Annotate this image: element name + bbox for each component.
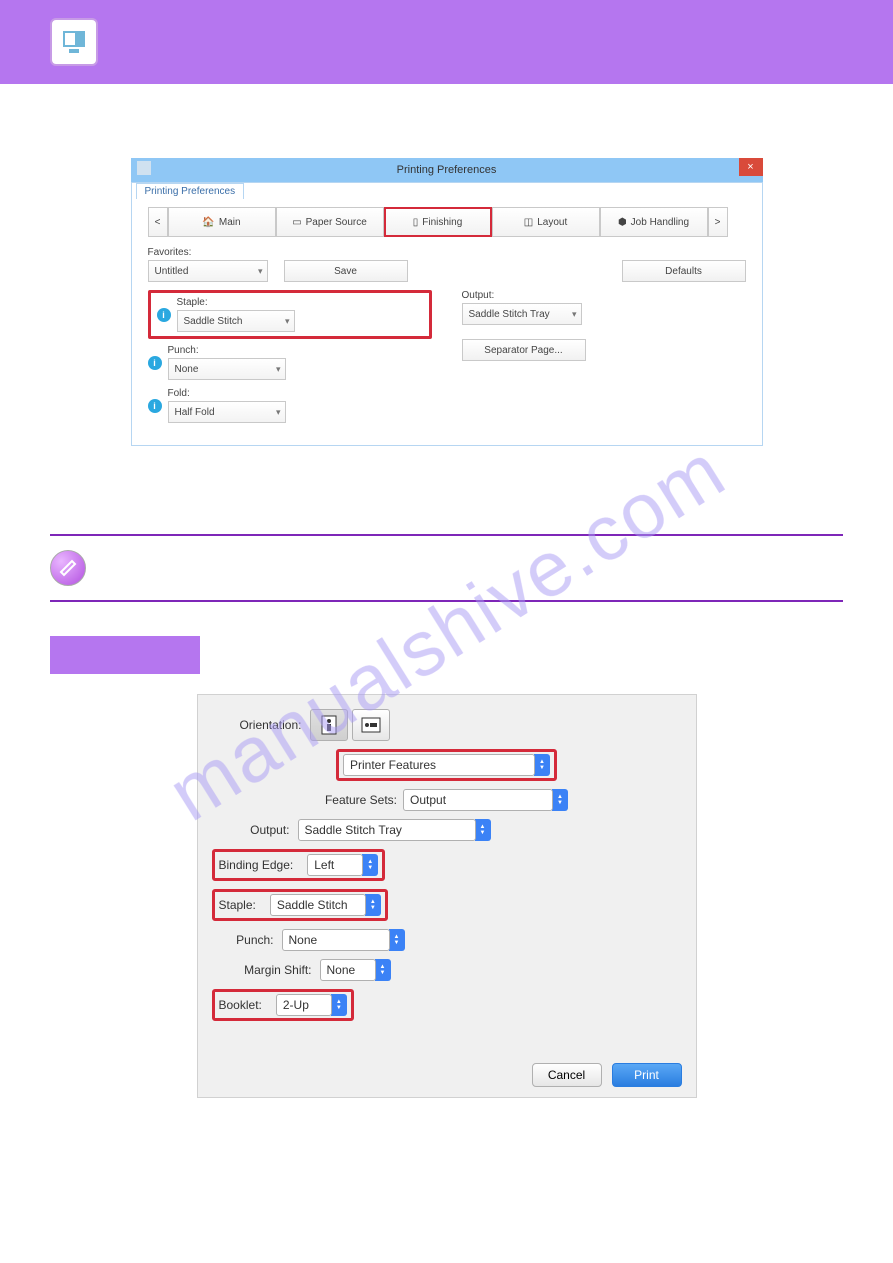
- divider: [50, 534, 843, 536]
- feature-sets-label: Feature Sets:: [325, 793, 397, 807]
- section-label-block: [50, 636, 200, 674]
- printer-features-select[interactable]: Printer Features: [343, 754, 535, 776]
- spinner-icon[interactable]: [389, 929, 405, 951]
- spinner-icon[interactable]: [475, 819, 491, 841]
- output-select[interactable]: Saddle Stitch Tray: [298, 819, 476, 841]
- binding-edge-label: Binding Edge:: [219, 858, 294, 872]
- spinner-icon[interactable]: [365, 894, 381, 916]
- print-button[interactable]: Print: [612, 1063, 682, 1087]
- spinner-icon[interactable]: [362, 854, 378, 876]
- printer-icon: [137, 161, 151, 175]
- inner-tab[interactable]: Printing Preferences: [136, 183, 245, 199]
- spinner-icon[interactable]: [552, 789, 568, 811]
- windows-dialog: Printing Preferences × Printing Preferen…: [131, 158, 763, 446]
- orientation-label: Orientation:: [212, 718, 302, 732]
- info-icon: i: [148, 399, 162, 413]
- home-icon: 🏠: [202, 217, 214, 228]
- divider: [50, 600, 843, 602]
- info-icon: i: [157, 308, 171, 322]
- spinner-icon[interactable]: [375, 959, 391, 981]
- nav-prev[interactable]: <: [148, 207, 168, 237]
- tray-icon: ▭: [292, 217, 301, 228]
- favorites-select[interactable]: Untitled: [148, 260, 268, 282]
- note-row: [50, 550, 843, 586]
- booklet-highlight: Booklet: 2-Up: [212, 989, 354, 1021]
- punch-label: Punch:: [168, 345, 432, 356]
- staple-label: Staple:: [219, 898, 256, 912]
- layout-icon: ◫: [524, 217, 533, 228]
- orientation-landscape[interactable]: [352, 709, 390, 741]
- separator-page-button[interactable]: Separator Page...: [462, 339, 586, 361]
- margin-shift-label: Margin Shift:: [212, 963, 312, 977]
- spinner-icon[interactable]: [331, 994, 347, 1016]
- output-label: Output:: [212, 823, 290, 837]
- note-icon: [50, 550, 86, 586]
- section-icon: [50, 18, 98, 66]
- tab-paper-source[interactable]: ▭Paper Source: [276, 207, 384, 237]
- close-button[interactable]: ×: [739, 158, 763, 176]
- cancel-button[interactable]: Cancel: [532, 1063, 602, 1087]
- mac-dialog: Orientation: Printer Features Feature Se…: [197, 694, 697, 1098]
- defaults-button[interactable]: Defaults: [622, 260, 746, 282]
- booklet-select[interactable]: 2-Up: [276, 994, 332, 1016]
- tab-layout[interactable]: ◫Layout: [492, 207, 600, 237]
- favorites-label: Favorites:: [148, 247, 268, 258]
- output-label: Output:: [462, 290, 746, 301]
- feature-sets-select[interactable]: Output: [403, 789, 553, 811]
- fold-label: Fold:: [168, 388, 432, 399]
- spinner-icon[interactable]: [534, 754, 550, 776]
- save-button[interactable]: Save: [284, 260, 408, 282]
- staple-label: Staple:: [177, 297, 423, 308]
- fold-select[interactable]: Half Fold: [168, 401, 286, 423]
- margin-shift-select[interactable]: None: [320, 959, 376, 981]
- nav-next[interactable]: >: [708, 207, 728, 237]
- binding-edge-highlight: Binding Edge: Left: [212, 849, 386, 881]
- topbar: [0, 0, 893, 84]
- staple-highlight: Staple: Saddle Stitch: [212, 889, 388, 921]
- punch-label: Punch:: [212, 933, 274, 947]
- tab-finishing[interactable]: ▯Finishing: [384, 207, 492, 237]
- punch-select[interactable]: None: [282, 929, 390, 951]
- windows-title: Printing Preferences: [397, 164, 497, 176]
- booklet-label: Booklet:: [219, 998, 262, 1012]
- punch-select[interactable]: None: [168, 358, 286, 380]
- job-icon: ⬢: [618, 217, 627, 228]
- output-select[interactable]: Saddle Stitch Tray: [462, 303, 582, 325]
- windows-titlebar: Printing Preferences ×: [131, 158, 763, 182]
- printer-features-highlight: Printer Features: [336, 749, 557, 781]
- tab-job-handling[interactable]: ⬢Job Handling: [600, 207, 708, 237]
- page-icon: ▯: [413, 217, 419, 228]
- staple-select[interactable]: Saddle Stitch: [177, 310, 295, 332]
- tab-nav: < 🏠Main ▭Paper Source ▯Finishing ◫Layout…: [148, 207, 746, 237]
- staple-select[interactable]: Saddle Stitch: [270, 894, 366, 916]
- staple-highlight: i Staple: Saddle Stitch: [148, 290, 432, 339]
- tab-main[interactable]: 🏠Main: [168, 207, 276, 237]
- binding-edge-select[interactable]: Left: [307, 854, 363, 876]
- orientation-portrait[interactable]: [310, 709, 348, 741]
- info-icon: i: [148, 356, 162, 370]
